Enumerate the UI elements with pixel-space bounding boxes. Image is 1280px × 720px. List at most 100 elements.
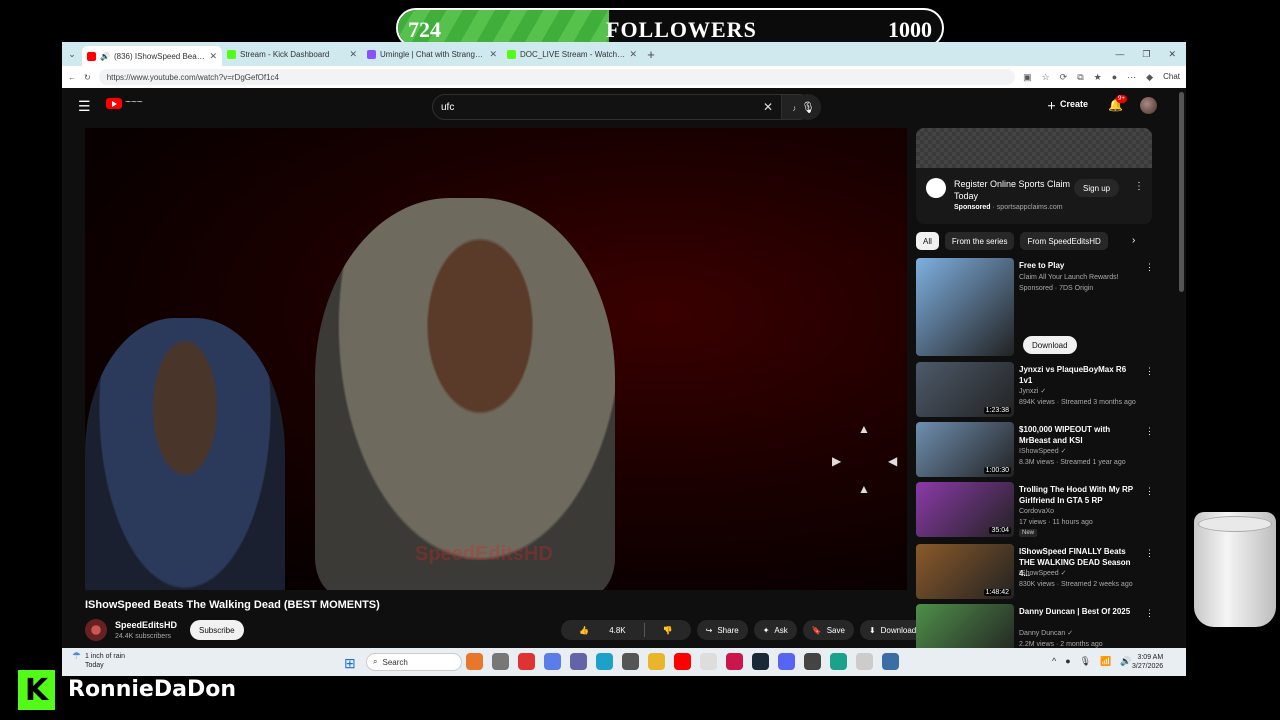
ad-download-button[interactable]: Download	[1023, 336, 1077, 354]
close-window-icon[interactable]: ✕	[1168, 49, 1176, 60]
chip-all[interactable]: All	[916, 232, 939, 250]
settings-app-icon[interactable]	[882, 653, 899, 670]
voice-search-button[interactable]: 🎙	[795, 94, 821, 120]
clear-search-icon[interactable]: ✕	[763, 100, 773, 114]
taskbar-clock[interactable]: 3:09 AM 3/27/2026	[1132, 653, 1163, 671]
video-player[interactable]: ▲ ▶ ◀ ▲ SpeedEditsHD	[85, 128, 907, 590]
kick-favicon-icon	[227, 49, 236, 59]
kebab-menu-icon[interactable]: ⋮	[1145, 366, 1154, 377]
microphone-icon[interactable]: 🎙	[1080, 656, 1091, 667]
extensions-icon[interactable]: ⧉	[1077, 72, 1083, 83]
taskbar-search[interactable]: ⌕ Search	[366, 653, 462, 671]
copilot-app-icon[interactable]	[544, 653, 561, 670]
recommendation-title[interactable]: Danny Duncan | Best Of 2025	[1019, 606, 1139, 617]
youtube-app-icon[interactable]	[674, 653, 691, 670]
arrow-down-icon: ▲	[858, 482, 870, 496]
video-thumbnail[interactable]: 1:23:38	[916, 362, 1014, 417]
app-icon[interactable]	[518, 653, 535, 670]
tab-kick-dashboard[interactable]: Stream - Kick Dashboard ✕	[222, 44, 362, 64]
more-options-icon[interactable]: ⋯	[1127, 72, 1136, 83]
chip-from-series[interactable]: From the series	[944, 232, 1015, 250]
favorite-star-icon[interactable]: ☆	[1042, 72, 1050, 83]
weather-widget[interactable]: ☂ 1 inch of rain Today	[72, 652, 125, 670]
recommendation-title[interactable]: Free to Play	[1019, 260, 1139, 271]
youtube-logo-doodle[interactable]: ~~~	[125, 97, 143, 108]
refresh-icon[interactable]: ↻	[84, 73, 91, 82]
volume-icon[interactable]: 🔊	[1120, 656, 1131, 667]
url-field[interactable]: https://www.youtube.com/watch?v=rDgGefOf…	[98, 69, 1016, 85]
store-app-icon[interactable]	[622, 653, 639, 670]
refresh-page-icon[interactable]: ⟳	[1060, 72, 1068, 83]
kebab-menu-icon[interactable]: ⋮	[1145, 486, 1154, 497]
chrome-app-icon[interactable]	[856, 653, 873, 670]
profile-icon[interactable]: ●	[1112, 72, 1117, 83]
video-thumbnail[interactable]: 1:48:42	[916, 544, 1014, 599]
tab-doc-live[interactable]: DOC_LIVE Stream - Watch Live on... ✕	[502, 44, 642, 64]
tray-app-icon[interactable]: ●	[1065, 656, 1070, 667]
ad-signup-button[interactable]: Sign up	[1074, 179, 1120, 197]
like-button[interactable]: 👍 4.8K	[561, 626, 644, 635]
task-view-icon[interactable]	[492, 653, 509, 670]
copilot-chat-button[interactable]: Chat	[1163, 72, 1180, 83]
save-button[interactable]: 🔖 Save	[802, 620, 854, 640]
tab-list-icon[interactable]: ⌄	[62, 49, 82, 60]
hamburger-menu-icon[interactable]: ☰	[78, 98, 91, 115]
widgets-app-icon[interactable]	[466, 653, 483, 670]
search-input[interactable]: ufc ✕	[432, 94, 782, 120]
ask-button[interactable]: ✦ Ask	[753, 620, 797, 640]
dislike-button[interactable]: 👎	[645, 626, 691, 635]
subscribe-button[interactable]: Subscribe	[190, 620, 244, 640]
channel-avatar[interactable]	[85, 619, 107, 641]
ad-title[interactable]: Register Online Sports Claim Today	[954, 178, 1074, 202]
close-tab-icon[interactable]: ✕	[349, 49, 357, 60]
tab-umingle[interactable]: Umingle | Chat with Strangers Inst... ✕	[362, 44, 502, 64]
game-app-icon[interactable]	[804, 653, 821, 670]
wifi-icon[interactable]: 📶	[1100, 656, 1111, 667]
recommendation-title[interactable]: Jynxzi vs PlaqueBoyMax R6 1v1	[1019, 364, 1139, 386]
split-screen-icon[interactable]: ▣	[1023, 72, 1032, 83]
recommendation-stats: 8.3M views · Streamed 1 year ago	[1019, 459, 1126, 466]
speaker-icon[interactable]: 🔊	[100, 52, 110, 61]
adobe-app-icon[interactable]	[726, 653, 743, 670]
tab-youtube[interactable]: 🔊 (836) IShowSpeed Beats The W... ✕	[82, 46, 222, 66]
subscriber-count: 24.4K subscribers	[115, 633, 172, 640]
new-tab-icon[interactable]: +	[642, 47, 660, 62]
app-icon[interactable]	[830, 653, 847, 670]
recommendation-stats: Sponsored · 7DS Origin	[1019, 285, 1094, 292]
recommendation-title[interactable]: $100,000 WIPEOUT with MrBeast and KSI	[1019, 424, 1139, 446]
kebab-menu-icon[interactable]: ⋮	[1145, 608, 1154, 619]
close-tab-icon[interactable]: ✕	[489, 49, 497, 60]
back-icon[interactable]: ←	[68, 73, 76, 82]
close-tab-icon[interactable]: ✕	[209, 51, 217, 62]
chip-from-channel[interactable]: From SpeedEditsHD	[1020, 232, 1108, 250]
discord-app-icon[interactable]	[778, 653, 795, 670]
show-hidden-icons-icon[interactable]: ^	[1052, 656, 1056, 667]
kebab-menu-icon[interactable]: ⋮	[1145, 548, 1154, 559]
create-button[interactable]: ＋ Create	[1047, 99, 1088, 112]
windows-start-icon[interactable]: ⊞	[344, 655, 356, 672]
notepad-app-icon[interactable]	[700, 653, 717, 670]
account-avatar[interactable]	[1140, 97, 1157, 114]
video-thumbnail[interactable]: 35:04	[916, 482, 1014, 537]
sponsored-ad-card[interactable]: Register Online Sports Claim Today Spons…	[916, 128, 1152, 224]
kebab-menu-icon[interactable]: ⋮	[1134, 181, 1144, 192]
channel-name[interactable]: SpeedEditsHD	[115, 620, 177, 630]
video-thumbnail[interactable]	[916, 258, 1014, 356]
kebab-menu-icon[interactable]: ⋮	[1145, 426, 1154, 437]
youtube-logo-icon[interactable]	[106, 98, 122, 109]
favorites-icon[interactable]: ★	[1094, 72, 1102, 83]
recommendation-title[interactable]: Trolling The Hood With My RP Girlfriend …	[1019, 484, 1139, 506]
close-tab-icon[interactable]: ✕	[629, 49, 637, 60]
kebab-menu-icon[interactable]: ⋮	[1145, 262, 1154, 273]
teams-app-icon[interactable]	[570, 653, 587, 670]
maximize-icon[interactable]: ❐	[1142, 49, 1150, 60]
share-button[interactable]: ↪ Share	[696, 620, 748, 640]
minimize-icon[interactable]: —	[1115, 49, 1124, 60]
chevron-right-icon[interactable]: ›	[1132, 235, 1135, 246]
edge-app-icon[interactable]	[596, 653, 613, 670]
page-scrollbar[interactable]	[1179, 92, 1184, 292]
copilot-icon[interactable]: ◆	[1146, 72, 1153, 83]
file-explorer-icon[interactable]	[648, 653, 665, 670]
steam-app-icon[interactable]	[752, 653, 769, 670]
video-thumbnail[interactable]: 1:00:30	[916, 422, 1014, 477]
